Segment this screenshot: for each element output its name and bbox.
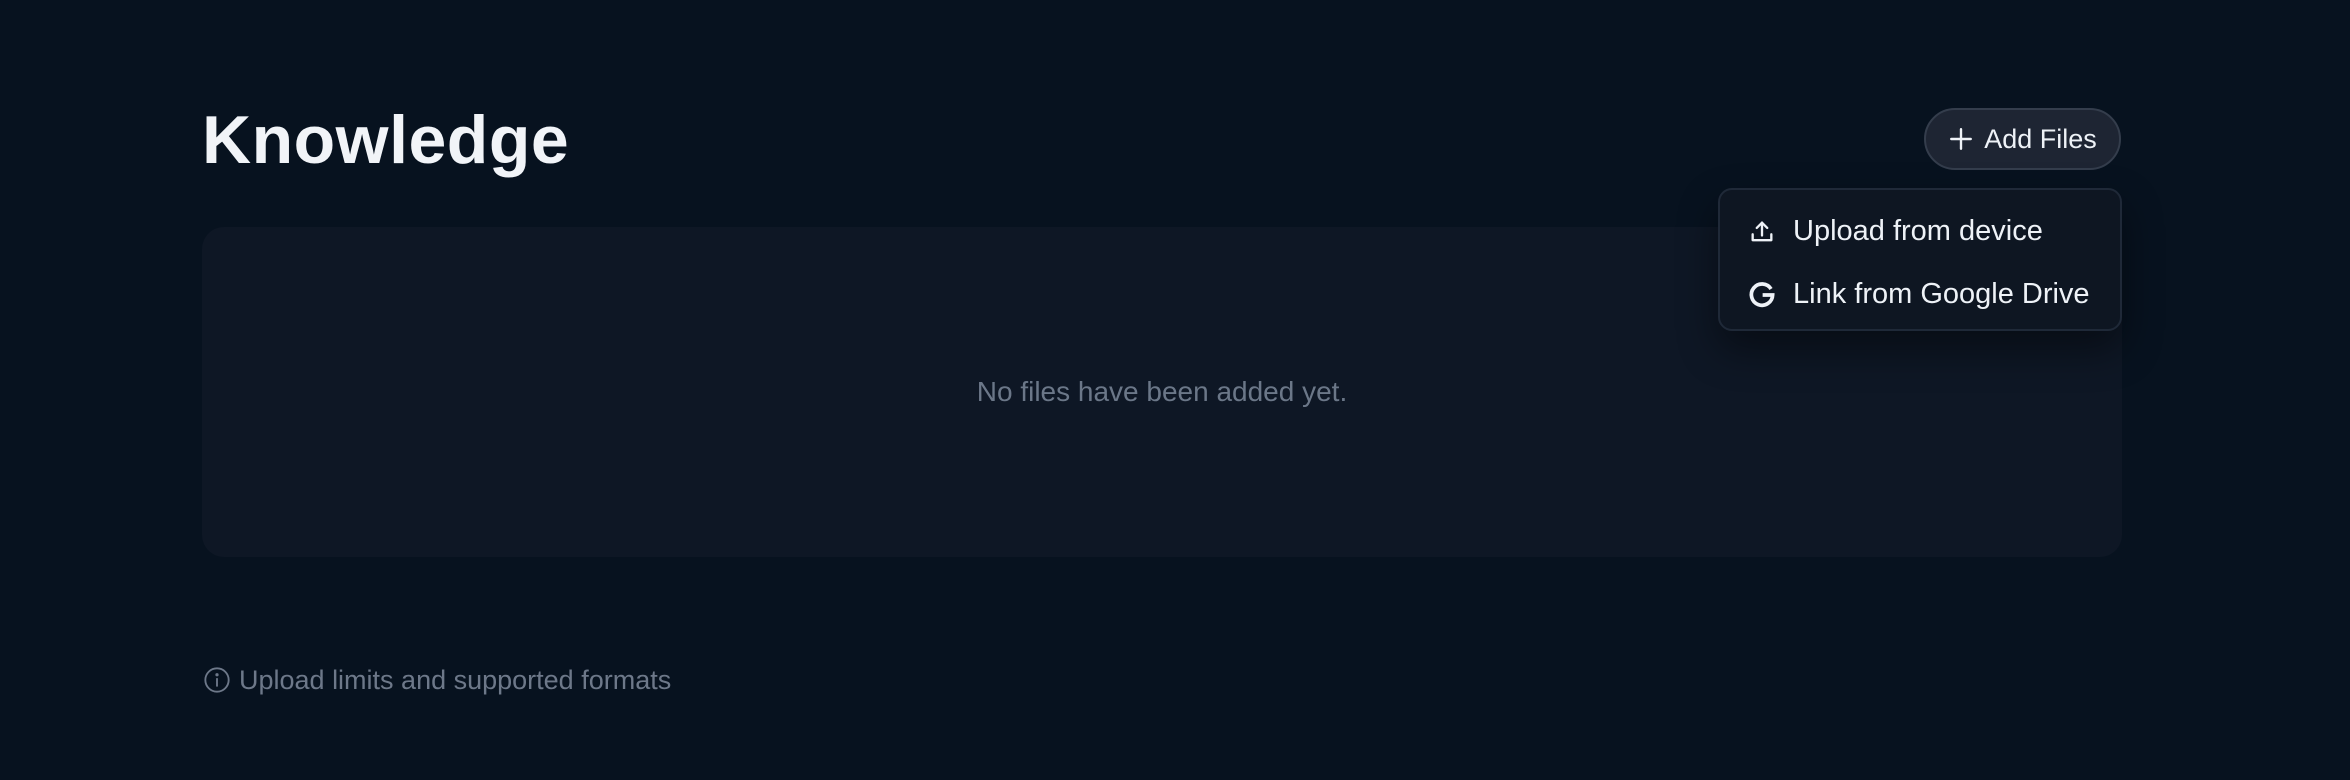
upload-limits-label: Upload limits and supported formats (239, 664, 672, 695)
plus-icon (1948, 126, 1974, 152)
menu-item-label: Upload from device (1793, 215, 2043, 247)
upload-limits-link[interactable]: Upload limits and supported formats (203, 663, 671, 697)
page-title: Knowledge (202, 102, 570, 178)
google-drive-icon (1747, 280, 1777, 310)
menu-item-upload-from-device[interactable]: Upload from device (1720, 200, 2120, 263)
empty-state-message: No files have been added yet. (976, 376, 1348, 407)
upload-icon (1747, 217, 1777, 247)
menu-item-label: Link from Google Drive (1793, 278, 2090, 310)
add-files-button[interactable]: Add Files (1924, 108, 2121, 170)
info-icon (203, 666, 231, 694)
add-files-dropdown: Upload from device Link from Google Driv… (1718, 188, 2122, 331)
menu-item-link-google-drive[interactable]: Link from Google Drive (1720, 263, 2120, 326)
add-files-label: Add Files (1984, 124, 2097, 154)
